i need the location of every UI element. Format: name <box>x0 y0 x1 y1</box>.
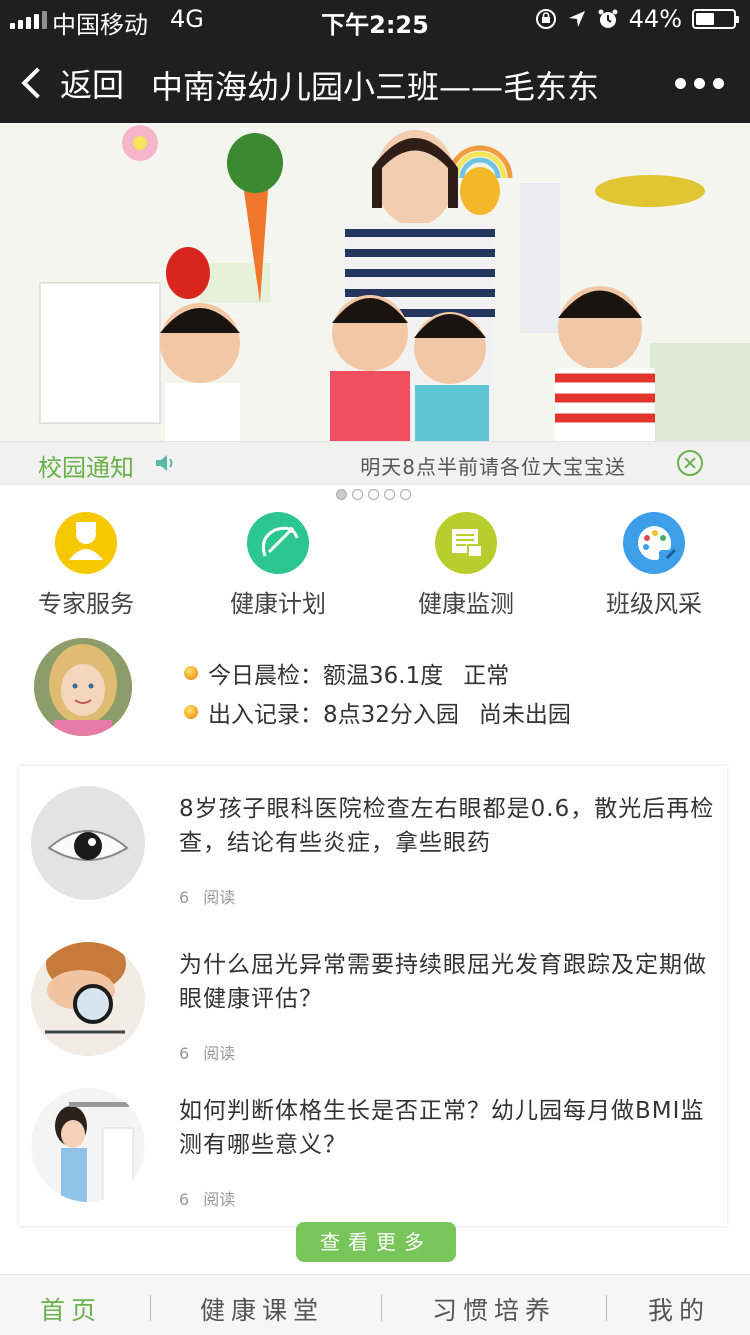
read-count-label: 阅读 <box>203 1044 236 1063</box>
list-item[interactable]: 为什么屈光异常需要持续眼屈光发育跟踪及定期做眼健康评估？ 6 阅读 <box>19 942 727 1072</box>
feature-label: 班级风采 <box>606 590 702 618</box>
status-bar: 中国移动 4G 下午2:25 44% <box>0 0 750 40</box>
article-list: 8岁孩子眼科医院检查左右眼都是0.6，散光后再检查，结论有些炎症，拿些眼药 6阅… <box>19 766 727 1226</box>
tab-home[interactable]: 首页 <box>40 1291 102 1327</box>
banner-carousel[interactable] <box>0 123 750 441</box>
article-title: 8岁孩子眼科医院检查左右眼都是0.6，散光后再检查，结论有些炎症，拿些眼药 <box>179 796 715 856</box>
tab-divider <box>606 1295 607 1321</box>
feature-health-monitor[interactable]: 健康监测 <box>396 512 536 619</box>
morning-check-status: 正常 <box>463 663 510 689</box>
feature-label: 健康监测 <box>418 590 514 618</box>
list-item[interactable]: 如何判断体格生长是否正常？幼儿园每月做BMI监测有哪些意义？ 6 阅读 <box>19 1088 727 1218</box>
notice-text: 明天8点半前请各位大宝宝送 <box>360 455 626 479</box>
morning-check-value: 额温36.1度 <box>323 663 444 689</box>
attendance-record-line: 出入记录： 8点32分入园 尚未出园 <box>184 695 571 729</box>
read-count-number: 6 <box>179 1190 190 1209</box>
child-avatar[interactable] <box>34 638 132 736</box>
morning-check-line: 今日晨检： 额温36.1度 正常 <box>184 656 509 690</box>
banner-image <box>0 123 750 441</box>
read-count-label: 阅读 <box>203 888 236 907</box>
carousel-dot[interactable] <box>336 489 347 500</box>
expert-icon <box>55 512 117 574</box>
battery-icon <box>692 9 739 29</box>
article-thumbnail <box>31 942 145 1056</box>
location-icon <box>568 11 585 27</box>
page-title: 中南海幼儿园小三班——毛东东 <box>150 68 599 106</box>
tab-divider <box>381 1295 382 1321</box>
read-count: 6 阅读 <box>179 884 249 908</box>
view-more-button[interactable]: 查看更多 <box>296 1222 456 1262</box>
carousel-dot[interactable] <box>384 489 395 500</box>
more-menu-button[interactable] <box>675 78 724 89</box>
tab-habit-training[interactable]: 习惯培养 <box>432 1291 556 1327</box>
attendance-value: 8点32分入园 <box>323 702 459 728</box>
close-icon[interactable] <box>677 450 703 476</box>
attendance-label: 出入记录： <box>208 702 323 728</box>
nav-bar: 返回 中南海幼儿园小三班——毛东东 <box>0 40 750 123</box>
read-count-number: 6 <box>179 1044 190 1063</box>
feature-expert-service[interactable]: 专家服务 <box>16 512 156 619</box>
rotation-lock-icon <box>535 9 556 29</box>
article-title: 如何判断体格生长是否正常？幼儿园每月做BMI监测有哪些意义？ <box>179 1098 705 1158</box>
feature-label: 专家服务 <box>38 590 134 618</box>
more-dot-icon <box>675 78 686 89</box>
battery-percent: 44% <box>628 5 682 33</box>
article-thumbnail <box>31 1088 145 1202</box>
carousel-dot[interactable] <box>352 489 363 500</box>
bullet-icon <box>184 705 198 719</box>
tab-bar: 首页 健康课堂 习惯培养 我的 <box>0 1274 750 1335</box>
campus-notice-bar[interactable]: 校园通知 明天8点半前请各位大宝宝送 <box>0 441 750 485</box>
speaker-icon <box>156 455 173 471</box>
palette-icon <box>623 512 685 574</box>
feature-class-showcase[interactable]: 班级风采 <box>584 512 724 619</box>
carousel-indicator <box>336 489 411 500</box>
compass-icon <box>247 512 309 574</box>
tab-divider <box>150 1295 151 1321</box>
bullet-icon <box>184 666 198 680</box>
more-dot-icon <box>694 78 705 89</box>
alarm-icon <box>598 9 618 28</box>
list-item[interactable]: 8岁孩子眼科医院检查左右眼都是0.6，散光后再检查，结论有些炎症，拿些眼药 6阅… <box>19 786 727 916</box>
feature-label: 健康计划 <box>230 590 326 618</box>
monitor-icon <box>435 512 497 574</box>
read-count-number: 6 <box>179 888 190 907</box>
attendance-status: 尚未出园 <box>478 702 571 728</box>
notice-label: 校园通知 <box>38 454 134 482</box>
morning-check-label: 今日晨检： <box>208 663 323 689</box>
carousel-dot[interactable] <box>400 489 411 500</box>
read-count-label: 阅读 <box>203 1190 236 1209</box>
article-thumbnail <box>31 786 145 900</box>
tab-health-class[interactable]: 健康课堂 <box>200 1291 324 1327</box>
carousel-dot[interactable] <box>368 489 379 500</box>
read-count: 6 阅读 <box>179 1040 249 1064</box>
more-dot-icon <box>713 78 724 89</box>
tab-mine[interactable]: 我的 <box>648 1291 710 1327</box>
feature-grid: 专家服务 健康计划 健康监测 班级风采 <box>0 512 750 618</box>
feature-health-plan[interactable]: 健康计划 <box>208 512 348 619</box>
article-title: 为什么屈光异常需要持续眼屈光发育跟踪及定期做眼健康评估？ <box>179 952 707 1012</box>
read-count: 6 阅读 <box>179 1186 249 1210</box>
